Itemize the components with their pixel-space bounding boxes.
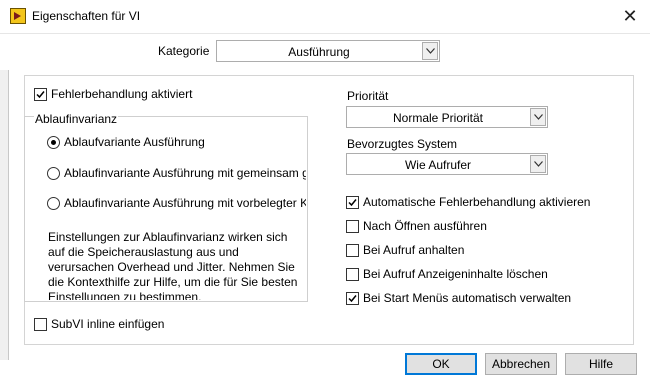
ok-button[interactable]: OK [405,353,477,375]
radio-reentrancy-option-2[interactable] [47,167,60,180]
radio-reentrancy-option-1[interactable] [47,136,60,149]
chevron-down-icon[interactable] [422,42,438,60]
priority-value: Normale Priorität [392,111,484,125]
category-value: Ausführung [288,45,350,59]
priority-dropdown[interactable]: Normale Priorität [346,106,548,128]
reentrancy-option-label: Ablaufvariante Ausführung [64,135,205,149]
cancel-button[interactable]: Abbrechen [485,353,557,375]
preferred-system-label: Bevorzugtes System [347,137,458,151]
window-title: Eigenschaften für VI [32,9,141,23]
labview-vi-icon [10,8,26,24]
chevron-down-icon[interactable] [530,108,546,126]
auto-menus-checkbox[interactable] [346,292,359,305]
category-dropdown[interactable]: Ausführung [216,40,440,62]
clear-indicators-checkbox[interactable] [346,268,359,281]
reentrancy-option-label: Ablaufinvariante Ausführung mit gemeinsa… [64,166,306,180]
reentrancy-option-label: Ablaufinvariante Ausführung mit vorbeleg… [64,196,306,210]
priority-label: Priorität [347,89,389,103]
preferred-system-value: Wie Aufrufer [404,158,472,172]
run-on-open-label: Nach Öffnen ausführen [363,219,487,233]
inline-checkbox[interactable] [34,318,47,331]
chevron-down-icon[interactable] [530,155,546,173]
reentrancy-group-label: Ablaufinvarianz [34,112,119,126]
reentrancy-info-text: Einstellungen zur Ablaufinvarianz wirken… [48,230,298,300]
title-separator [0,33,650,34]
suspend-on-call-label: Bei Aufruf anhalten [363,243,465,257]
error-handling-label: Fehlerbehandlung aktiviert [51,87,193,101]
suspend-on-call-checkbox[interactable] [346,244,359,257]
auto-error-handling-label: Automatische Fehlerbehandlung aktivieren [363,195,591,209]
background-window-edge [0,70,9,360]
auto-error-handling-checkbox[interactable] [346,196,359,209]
inline-label: SubVI inline einfügen [51,317,165,331]
auto-menus-label: Bei Start Menüs automatisch verwalten [363,291,572,305]
error-handling-checkbox[interactable] [34,88,47,101]
category-label: Kategorie [158,44,210,58]
close-icon[interactable]: ✕ [620,5,640,27]
radio-reentrancy-option-3[interactable] [47,197,60,210]
clear-indicators-label: Bei Aufruf Anzeigeninhalte löschen [363,267,548,281]
run-on-open-checkbox[interactable] [346,220,359,233]
preferred-system-dropdown[interactable]: Wie Aufrufer [346,153,548,175]
help-button[interactable]: Hilfe [565,353,637,375]
